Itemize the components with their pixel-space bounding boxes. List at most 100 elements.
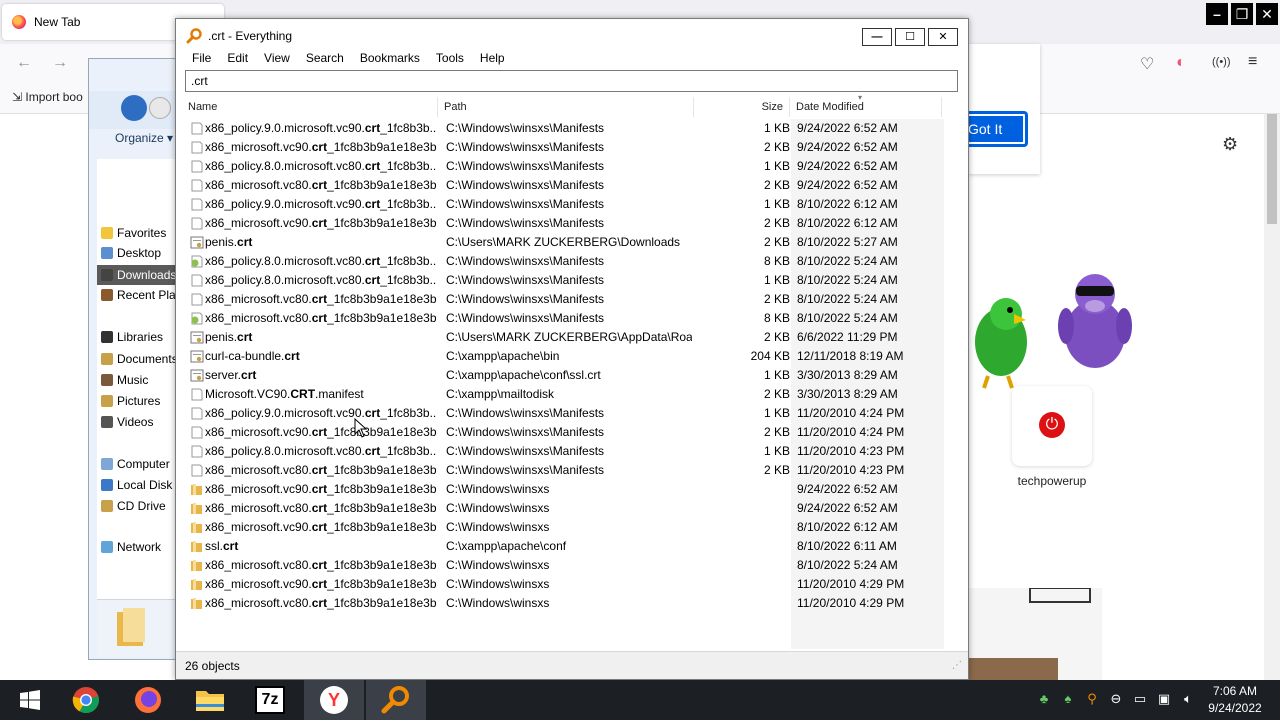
volume-icon[interactable]: 🔈︎ bbox=[1180, 691, 1196, 707]
resize-grip-icon[interactable]: ⋰ bbox=[952, 660, 962, 671]
taskbar-firefox[interactable] bbox=[118, 680, 178, 720]
result-row[interactable]: server.crt C:\xampp\apache\conf\ssl.crt 1 … bbox=[182, 366, 942, 385]
maximize-button[interactable]: ☐ bbox=[895, 28, 925, 46]
result-row[interactable]: x86_microsoft.vc80.crt_1fc8b3b9a1e18e3b.… bbox=[182, 176, 942, 195]
tree-item[interactable]: CD Drive bbox=[101, 496, 179, 516]
tray-monitor-icon[interactable]: ▣ bbox=[1156, 691, 1172, 707]
result-date: 8/10/2022 6:12 AM bbox=[797, 520, 898, 534]
search-input[interactable] bbox=[185, 70, 958, 92]
result-path: C:\Windows\winsxs bbox=[446, 520, 550, 534]
extension-icon[interactable]: ◐ bbox=[1176, 54, 1186, 72]
tree-item[interactable]: Recent Places bbox=[101, 285, 179, 305]
tray-network-icon[interactable]: ▭ bbox=[1132, 691, 1148, 707]
column-name-header[interactable]: Name bbox=[182, 97, 438, 117]
result-row[interactable]: x86_policy.8.0.microsoft.vc80.crt_1fc8b3… bbox=[182, 252, 942, 271]
status-bar: 26 objects ⋰ bbox=[176, 651, 968, 679]
import-icon: ⇲ bbox=[12, 90, 26, 104]
tray-disk-icon[interactable]: ⊖ bbox=[1108, 691, 1124, 707]
result-path: C:\xampp\apache\bin bbox=[446, 349, 560, 363]
result-date: 8/10/2022 6:11 AM bbox=[797, 539, 897, 553]
result-row[interactable]: x86_microsoft.vc90.crt_1fc8b3b9a1e18e3b.… bbox=[182, 575, 942, 594]
tray-app-icon[interactable]: ♣ bbox=[1036, 691, 1052, 707]
menu-tools[interactable]: Tools bbox=[428, 49, 472, 69]
result-row[interactable]: x86_microsoft.vc80.crt_1fc8b3b9a1e18e3b.… bbox=[182, 461, 942, 480]
tree-item[interactable]: Documents bbox=[101, 349, 179, 369]
result-row[interactable]: x86_microsoft.vc90.crt_1fc8b3b9a1e18e3b.… bbox=[182, 518, 942, 537]
import-bookmarks-link[interactable]: ⇲ Import boo bbox=[12, 90, 83, 104]
result-row[interactable]: x86_microsoft.vc90.crt_1fc8b3b9a1e18e3b.… bbox=[182, 423, 942, 442]
taskbar-7zip[interactable]: 7z bbox=[240, 680, 300, 720]
tree-item[interactable]: Libraries bbox=[101, 327, 179, 347]
tree-item[interactable]: Computer bbox=[101, 454, 179, 474]
browser-minimize-button[interactable]: – bbox=[1206, 3, 1228, 25]
back-arrow-icon[interactable]: ← bbox=[16, 54, 32, 72]
browser-close-button[interactable]: ✕ bbox=[1256, 3, 1278, 25]
tree-item[interactable]: Downloads bbox=[97, 265, 179, 285]
menu-view[interactable]: View bbox=[256, 49, 298, 69]
tree-item[interactable]: Favorites bbox=[101, 223, 179, 243]
menu-bookmarks[interactable]: Bookmarks bbox=[352, 49, 428, 69]
result-row[interactable]: x86_microsoft.vc80.crt_1fc8b3b9a1e18e3b.… bbox=[182, 290, 942, 309]
result-row[interactable]: x86_microsoft.vc90.crt_1fc8b3b9a1e18e3b.… bbox=[182, 138, 942, 157]
organize-menu[interactable]: Organize ▾ bbox=[115, 131, 173, 145]
system-clock[interactable]: 7:06 AM 9/24/2022 bbox=[1200, 683, 1270, 717]
browser-restore-button[interactable]: ❐ bbox=[1231, 3, 1253, 25]
pocket-icon[interactable]: ♡ bbox=[1140, 54, 1154, 74]
gear-icon[interactable]: ⚙ bbox=[1222, 134, 1238, 155]
result-row[interactable]: Microsoft.VC90.CRT.manifest C:\xampp\mail… bbox=[182, 385, 942, 404]
result-date: 11/20/2010 4:29 PM bbox=[797, 596, 905, 610]
hamburger-menu-icon[interactable]: ≡ bbox=[1248, 53, 1257, 71]
result-row[interactable]: x86_microsoft.vc90.crt_1fc8b3b9a1e18e3b.… bbox=[182, 480, 942, 499]
menu-help[interactable]: Help bbox=[472, 49, 513, 69]
taskbar-chrome[interactable] bbox=[56, 680, 116, 720]
page-scrollbar-thumb[interactable] bbox=[1267, 114, 1277, 224]
menu-edit[interactable]: Edit bbox=[219, 49, 256, 69]
tree-item[interactable]: Music bbox=[101, 370, 179, 390]
result-date: 9/24/2022 6:52 AM bbox=[797, 482, 898, 496]
tree-item[interactable]: Desktop bbox=[101, 243, 179, 263]
result-row[interactable]: x86_policy.8.0.microsoft.vc80.crt_1fc8b3… bbox=[182, 271, 942, 290]
menu-file[interactable]: File bbox=[184, 49, 219, 69]
result-size: 2 KB bbox=[763, 292, 790, 306]
explorer-back-button[interactable] bbox=[121, 95, 147, 121]
techpowerup-shortcut-tile[interactable]: ⏻ bbox=[1012, 386, 1092, 466]
column-date-header[interactable]: Date Modified ▾ bbox=[790, 93, 942, 117]
result-row[interactable]: penis.crt C:\Users\MARK ZUCKERBERG\Downlo… bbox=[182, 233, 942, 252]
result-row[interactable]: x86_microsoft.vc80.crt_1fc8b3b9a1e18e3b.… bbox=[182, 499, 942, 518]
result-row[interactable]: ssl.crt C:\xampp\apache\conf 8/10/2022 6:1… bbox=[182, 537, 942, 556]
result-row[interactable]: x86_microsoft.vc80.crt_1fc8b3b9a1e18e3b.… bbox=[182, 594, 942, 613]
tree-item[interactable]: Local Disk bbox=[101, 475, 179, 495]
taskbar-yandex[interactable]: Y bbox=[304, 680, 364, 720]
result-row[interactable]: x86_policy.9.0.microsoft.vc90.crt_1fc8b3… bbox=[182, 404, 942, 423]
column-size-header[interactable]: Size bbox=[694, 97, 790, 117]
result-row[interactable]: x86_policy.9.0.microsoft.vc90.crt_1fc8b3… bbox=[182, 119, 942, 138]
result-row[interactable]: penis.crt C:\Users\MARK ZUCKERBERG\AppDat… bbox=[182, 328, 942, 347]
result-row[interactable]: curl-ca-bundle.crt C:\xampp\apache\bin 204… bbox=[182, 347, 942, 366]
taskbar-file-explorer[interactable] bbox=[180, 680, 240, 720]
results-scrollbar[interactable] bbox=[944, 119, 960, 655]
explorer-forward-button[interactable] bbox=[149, 97, 171, 119]
result-row[interactable]: x86_policy.9.0.microsoft.vc90.crt_1fc8b3… bbox=[182, 195, 942, 214]
result-date: 12/11/2018 8:19 AM bbox=[797, 349, 904, 363]
result-row[interactable]: x86_policy.8.0.microsoft.vc80.crt_1fc8b3… bbox=[182, 157, 942, 176]
result-name: x86_policy.8.0.microsoft.vc80.crt_1fc8b3… bbox=[205, 444, 437, 458]
menu-search[interactable]: Search bbox=[298, 49, 352, 69]
result-row[interactable]: x86_microsoft.vc90.crt_1fc8b3b9a1e18e3b.… bbox=[182, 214, 942, 233]
tree-item[interactable]: Pictures bbox=[101, 391, 179, 411]
broadcast-icon[interactable]: ((•)) bbox=[1212, 56, 1231, 68]
tray-parrot-icon[interactable]: ♠ bbox=[1060, 691, 1076, 707]
page-scrollbar[interactable] bbox=[1264, 114, 1280, 680]
column-path-header[interactable]: Path bbox=[438, 97, 694, 117]
close-button[interactable]: ✕ bbox=[928, 28, 958, 46]
minimize-button[interactable]: — bbox=[862, 28, 892, 46]
taskbar-everything[interactable] bbox=[366, 680, 426, 720]
tree-item[interactable]: Network bbox=[101, 537, 179, 557]
result-row[interactable]: x86_microsoft.vc80.crt_1fc8b3b9a1e18e3b.… bbox=[182, 309, 942, 328]
forward-arrow-icon[interactable]: → bbox=[52, 54, 68, 72]
tray-everything-icon[interactable]: ⚲ bbox=[1084, 691, 1100, 707]
start-button[interactable] bbox=[0, 680, 60, 720]
tree-item[interactable]: Videos bbox=[101, 412, 179, 432]
result-row[interactable]: x86_policy.8.0.microsoft.vc80.crt_1fc8b3… bbox=[182, 442, 942, 461]
result-row[interactable]: x86_microsoft.vc80.crt_1fc8b3b9a1e18e3b.… bbox=[182, 556, 942, 575]
everything-title-bar[interactable]: .crt - Everything bbox=[176, 19, 968, 53]
